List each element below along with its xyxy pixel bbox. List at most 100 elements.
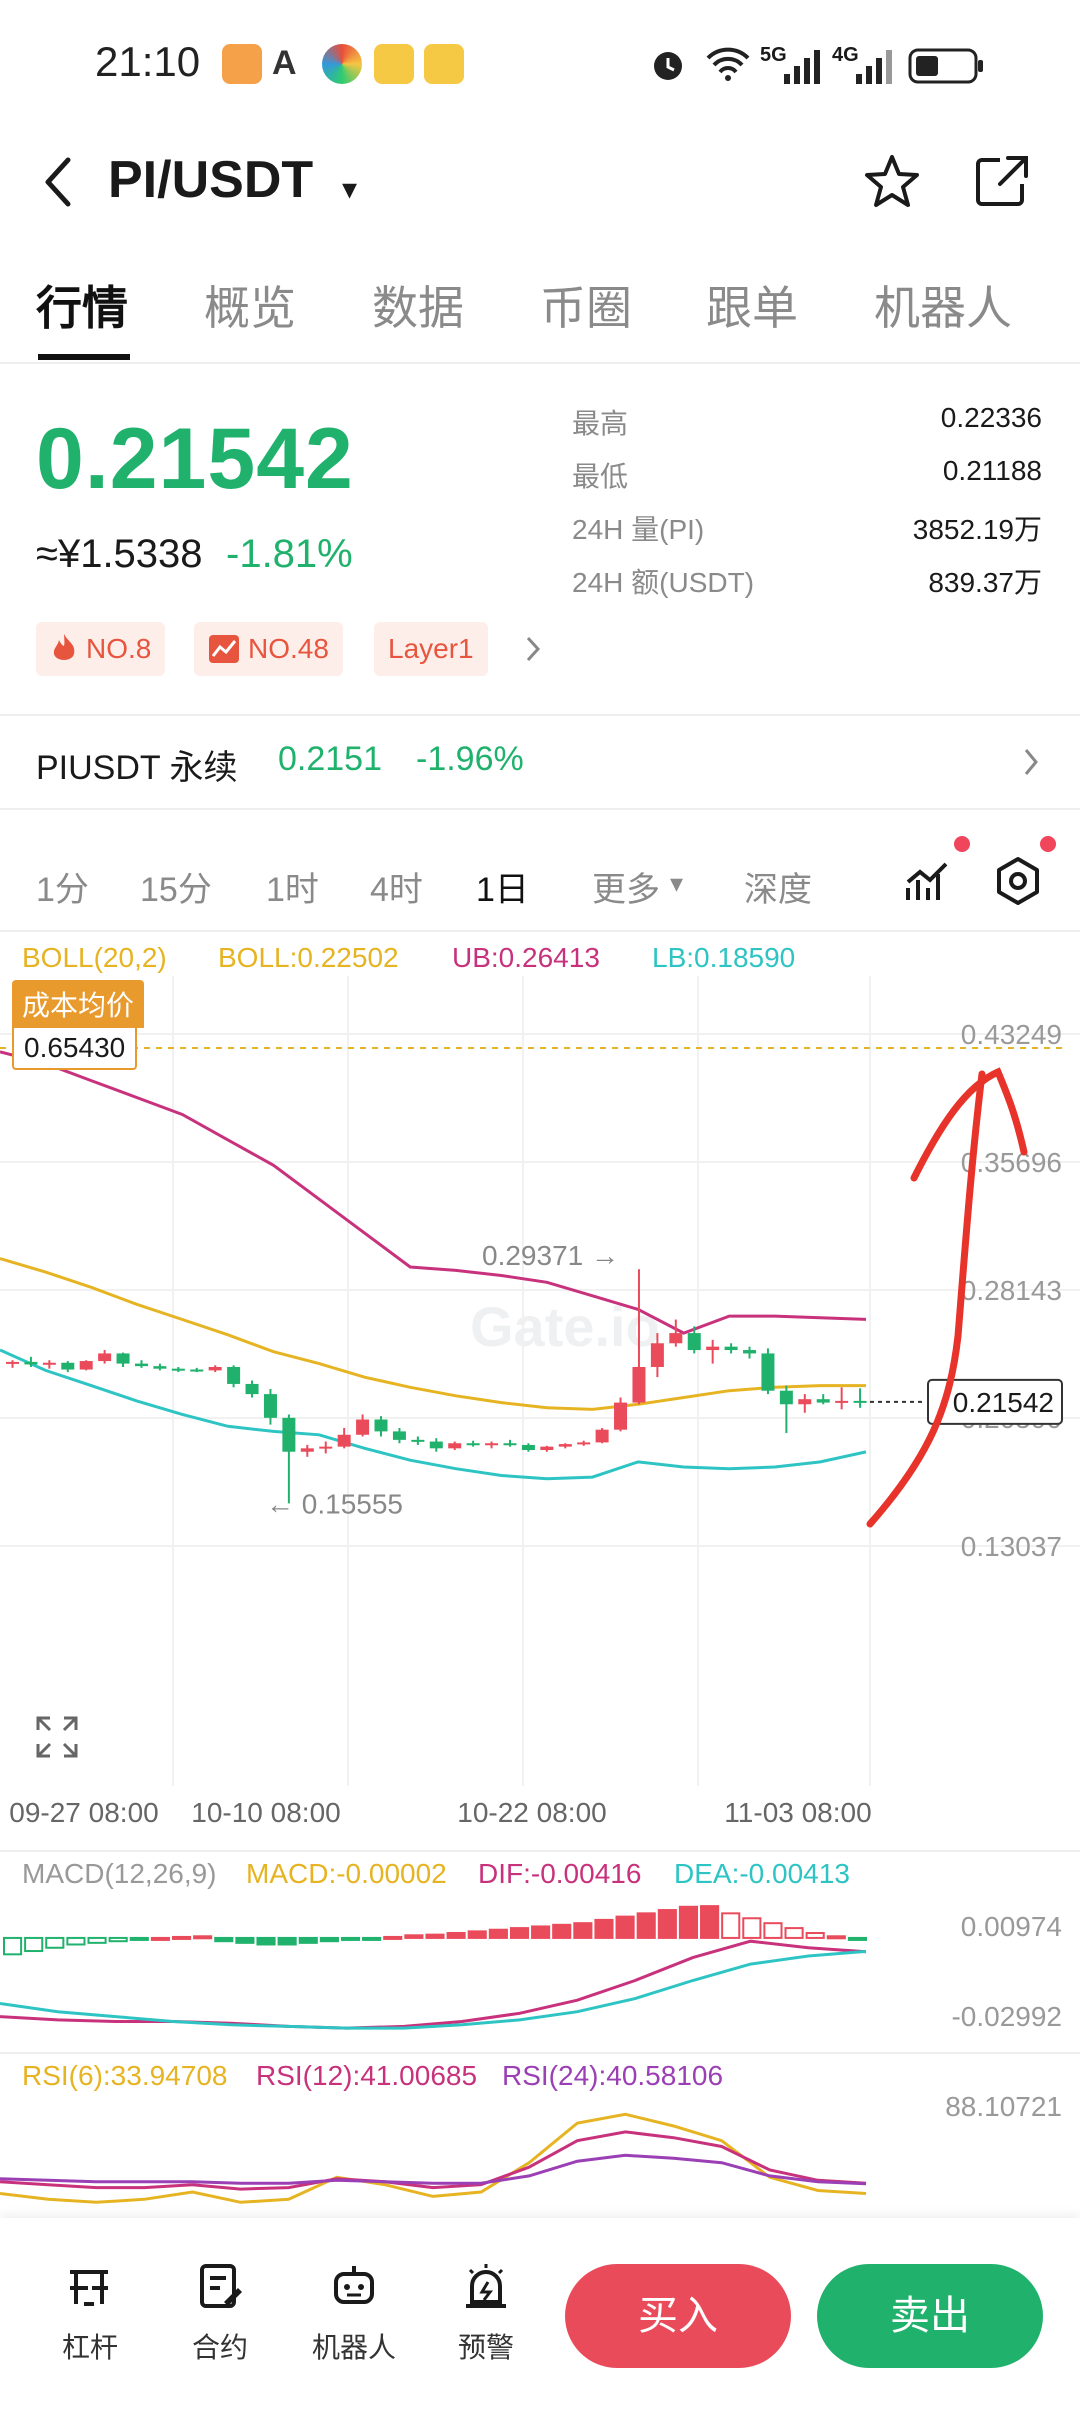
cost-average-label: 成本均价 <box>12 980 145 1028</box>
macd-bar <box>763 1922 783 1939</box>
pair-title[interactable]: PI/USDT <box>108 150 313 210</box>
tab-data[interactable]: 数据 <box>372 272 464 338</box>
cny-price: ≈¥1.5338 <box>36 532 203 576</box>
notification-dot <box>1040 836 1056 852</box>
stat-low-label: 最低 <box>572 461 629 492</box>
candle-body <box>485 1443 499 1446</box>
high-annotation: 0.29371 → <box>482 1240 619 1271</box>
divider <box>0 808 1080 810</box>
alert-icon[interactable] <box>462 2260 510 2310</box>
tab-bots[interactable]: 机器人 <box>874 272 1012 338</box>
tab-copy-trading[interactable]: 跟单 <box>706 272 798 338</box>
candle-body <box>356 1419 370 1435</box>
interval-more[interactable]: 更多 <box>592 862 660 911</box>
candle-body <box>835 1400 849 1403</box>
macd-bar <box>171 1935 192 1940</box>
macd-bar <box>298 1936 318 1944</box>
perpetual-change: -1.96% <box>416 740 524 778</box>
interval-15m[interactable]: 15分 <box>140 862 212 911</box>
star-icon[interactable] <box>862 152 922 212</box>
leverage-icon[interactable] <box>66 2264 112 2310</box>
candle-body <box>816 1399 830 1403</box>
colorful-app-icon <box>322 44 362 84</box>
tab-overview[interactable]: 概览 <box>204 272 296 338</box>
nav-leverage[interactable]: 杠杆 <box>30 2326 150 2366</box>
macd-bar <box>509 1927 530 1939</box>
chevron-right-icon <box>1024 749 1038 775</box>
price-change: -1.81% <box>226 532 353 576</box>
macd-bar <box>277 1936 297 1946</box>
settings-icon[interactable] <box>994 856 1042 906</box>
candle-body <box>577 1442 591 1445</box>
contract-icon[interactable] <box>198 2262 244 2310</box>
weibo-icon <box>424 44 464 84</box>
divider <box>0 2052 1080 2054</box>
weibo-icon <box>374 44 414 84</box>
candle-body <box>263 1394 277 1418</box>
interval-4h[interactable]: 4时 <box>370 862 423 911</box>
macd-chart[interactable]: 0.00974 -0.02992 <box>0 1896 1080 2046</box>
macd-bar <box>256 1936 276 1946</box>
y-tick-label: 88.10721 <box>945 2094 1062 2122</box>
macd-dif: DIF:-0.00416 <box>478 1858 642 1889</box>
perpetual-name: PIUSDT 永续 <box>36 749 238 787</box>
trend-icon <box>209 635 239 663</box>
stat-amount-label: 24H 额(USDT) <box>572 567 755 598</box>
macd-bar <box>150 1936 170 1941</box>
candle-body <box>42 1362 56 1365</box>
divider <box>0 930 1080 932</box>
macd-value: MACD:-0.00002 <box>246 1858 447 1889</box>
rank-tag[interactable]: NO.8 <box>36 622 166 676</box>
candle-body <box>6 1361 19 1364</box>
candle-body <box>503 1443 517 1446</box>
candle-body <box>761 1353 775 1391</box>
nav-bot[interactable]: 机器人 <box>294 2326 414 2366</box>
interval-depth[interactable]: 深度 <box>744 862 812 911</box>
macd-bar <box>826 1935 846 1940</box>
candle-body <box>632 1366 646 1403</box>
candlestick-chart[interactable]: 0.432490.356960.281430.205900.13037Gate.… <box>0 976 1080 1856</box>
macd-bar <box>108 1936 128 1943</box>
tab-circle[interactable]: 币圈 <box>540 272 632 338</box>
candle-body <box>282 1417 296 1452</box>
macd-bar <box>531 1925 551 1939</box>
trend-tag-label: NO.48 <box>248 633 329 664</box>
macd-bar <box>404 1934 424 1939</box>
candle-body <box>245 1383 259 1395</box>
chevron-right-icon[interactable] <box>522 634 544 664</box>
cost-average-value: 0.65430 <box>12 1026 138 1070</box>
interval-1m[interactable]: 1分 <box>36 862 89 911</box>
interval-1h[interactable]: 1时 <box>266 862 319 911</box>
candle-body <box>337 1434 351 1447</box>
perpetual-row[interactable]: PIUSDT 永续 0.2151 -1.96% <box>0 720 1080 806</box>
candle-body <box>779 1390 793 1405</box>
macd-bar <box>362 1936 382 1941</box>
buy-button[interactable]: 买入 <box>565 2264 791 2368</box>
back-icon[interactable] <box>36 152 80 212</box>
stat-amount-value: 839.37万 <box>928 567 1042 598</box>
rsi6: RSI(6):33.94708 <box>22 2060 228 2091</box>
tab-market[interactable]: 行情 <box>36 272 128 338</box>
indicator-icon[interactable] <box>904 858 952 904</box>
trend-tag[interactable]: NO.48 <box>194 622 343 676</box>
boll-lb: LB:0.18590 <box>652 942 796 973</box>
robot-icon[interactable] <box>330 2262 378 2310</box>
boll-params: BOLL(20,2) <box>22 942 167 973</box>
candle-body <box>319 1446 333 1449</box>
interval-1d[interactable]: 1日 <box>476 862 529 911</box>
low-annotation: ← 0.15555 <box>266 1488 403 1519</box>
status-bar: 21:10 A 5G 4G <box>0 0 1080 130</box>
rsi-chart[interactable]: 88.10721 <box>0 2094 1080 2214</box>
nav-contract[interactable]: 合约 <box>160 2326 280 2366</box>
sell-button[interactable]: 卖出 <box>817 2264 1043 2368</box>
candle-body <box>24 1361 38 1365</box>
pair-caret-icon[interactable]: ▾ <box>342 172 357 207</box>
layer-tag[interactable]: Layer1 <box>374 622 488 676</box>
signal-icon <box>784 50 820 84</box>
nav-alert[interactable]: 预警 <box>426 2326 546 2366</box>
stat-volume-label: 24H 量(PI) <box>572 514 705 545</box>
macd-bar <box>594 1918 614 1939</box>
share-icon[interactable] <box>972 152 1032 212</box>
more-caret-icon[interactable]: ▾ <box>670 868 683 899</box>
fullscreen-icon[interactable] <box>36 1716 78 1758</box>
